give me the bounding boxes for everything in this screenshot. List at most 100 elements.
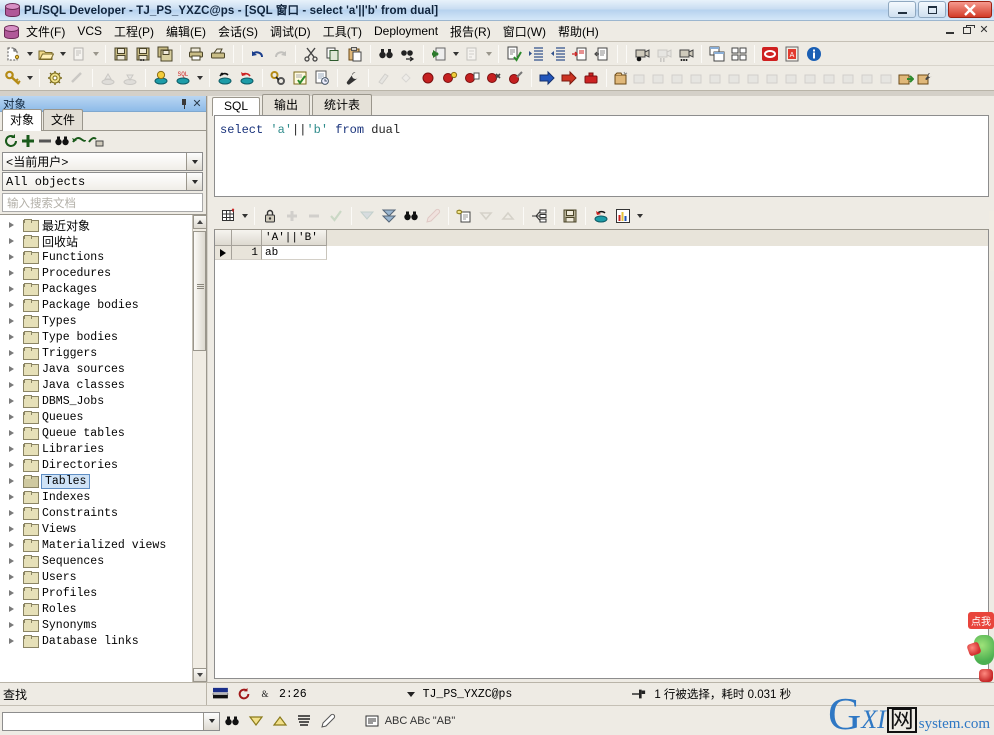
scroll-up-button[interactable] <box>193 215 206 229</box>
tree-item-synonyms[interactable]: Synonyms <box>0 617 192 633</box>
find-down-icon[interactable] <box>244 710 268 732</box>
tree-item-users[interactable]: Users <box>0 569 192 585</box>
refresh-icon[interactable] <box>233 685 255 703</box>
window-close-button[interactable] <box>948 1 992 18</box>
clear-breakpoints-icon[interactable] <box>505 68 527 89</box>
expander-icon[interactable] <box>6 380 17 391</box>
menu-window[interactable]: 窗口(W) <box>497 21 552 42</box>
tab-sql[interactable]: SQL <box>212 97 261 116</box>
chevron-down-icon[interactable] <box>186 153 202 170</box>
window-maximize-button[interactable] <box>918 1 946 18</box>
expander-icon[interactable] <box>6 236 17 247</box>
filter-icon[interactable] <box>71 133 87 149</box>
tab-objects[interactable]: 对象 <box>2 109 43 131</box>
grid-layout-dropdown-arrow[interactable] <box>239 205 250 226</box>
tree-item-functions[interactable]: Functions <box>0 249 192 265</box>
expander-icon[interactable] <box>6 572 17 583</box>
regex-icon[interactable]: "AB" <box>432 710 456 732</box>
open-icon[interactable] <box>35 43 57 64</box>
step-into-icon[interactable] <box>536 68 558 89</box>
copy-icon[interactable] <box>322 43 344 64</box>
expander-icon[interactable] <box>6 508 17 519</box>
expander-icon[interactable] <box>6 588 17 599</box>
test-window-icon[interactable] <box>289 68 311 89</box>
expand-icon[interactable] <box>20 133 36 149</box>
tree-item-sequences[interactable]: Sequences <box>0 553 192 569</box>
menu-deployment[interactable]: Deployment <box>368 22 444 40</box>
find-in-selection-icon[interactable] <box>360 710 384 732</box>
save-as-icon[interactable] <box>132 43 154 64</box>
grid-cell[interactable]: ab <box>262 246 327 260</box>
find-object-icon[interactable] <box>54 133 70 149</box>
tree-item-views[interactable]: Views <box>0 521 192 537</box>
preferences-icon[interactable] <box>342 68 364 89</box>
results-grid[interactable]: 'A'||'B' 1 ab <box>214 229 989 679</box>
tree-item-types[interactable]: Types <box>0 313 192 329</box>
scroll-down-button[interactable] <box>193 668 206 682</box>
tree-item-database-links[interactable]: Database links <box>0 633 192 649</box>
menu-vcs[interactable]: VCS <box>71 22 108 40</box>
print-icon[interactable] <box>185 43 207 64</box>
tree-item-dbms-jobs[interactable]: DBMS_Jobs <box>0 393 192 409</box>
report-window-icon[interactable] <box>311 68 333 89</box>
tab-statistics[interactable]: 统计表 <box>312 94 373 115</box>
tree-item-procedures[interactable]: Procedures <box>0 265 192 281</box>
tree-item-java-classes[interactable]: Java classes <box>0 377 192 393</box>
indent-icon[interactable] <box>525 43 547 64</box>
mdi-restore-button[interactable] <box>960 24 975 37</box>
copy-to-clipboard-icon[interactable] <box>453 205 475 227</box>
expander-icon[interactable] <box>6 348 17 359</box>
new-icon[interactable] <box>2 43 24 64</box>
whole-word-icon[interactable]: ABc <box>408 710 432 732</box>
about-icon[interactable] <box>803 43 825 64</box>
save-icon[interactable] <box>110 43 132 64</box>
tree-item-libraries[interactable]: Libraries <box>0 441 192 457</box>
expander-icon[interactable] <box>6 220 17 231</box>
expander-icon[interactable] <box>6 428 17 439</box>
expander-icon[interactable] <box>6 364 17 375</box>
add-breakpoint-icon[interactable] <box>461 68 483 89</box>
commit-results-icon[interactable] <box>590 205 612 227</box>
floating-promo-widget[interactable]: 点我 <box>966 612 994 682</box>
menu-edit[interactable]: 编辑(E) <box>160 21 212 42</box>
undo-icon[interactable] <box>247 43 269 64</box>
remove-breakpoint-icon[interactable] <box>483 68 505 89</box>
find-next-icon[interactable] <box>397 43 419 64</box>
expander-icon[interactable] <box>6 556 17 567</box>
new-dropdown-arrow[interactable] <box>24 43 35 64</box>
rollback-icon[interactable] <box>236 68 258 89</box>
tree-item-profiles[interactable]: Profiles <box>0 585 192 601</box>
find-all-icon[interactable] <box>292 710 316 732</box>
expander-icon[interactable] <box>6 636 17 647</box>
tree-item-recycle-bin[interactable]: 回收站 <box>0 233 192 249</box>
tree-item-triggers[interactable]: Triggers <box>0 345 192 361</box>
oracle-icon[interactable] <box>759 43 781 64</box>
cut-icon[interactable] <box>300 43 322 64</box>
connection-dropdown-icon[interactable] <box>403 685 419 703</box>
comment-icon[interactable] <box>591 43 613 64</box>
chart-icon[interactable] <box>612 205 634 227</box>
explain-plan-icon[interactable] <box>267 68 289 89</box>
find-up-icon[interactable] <box>268 710 292 732</box>
expander-icon[interactable] <box>6 252 17 263</box>
logon-dropdown-arrow[interactable] <box>24 68 35 89</box>
expander-icon[interactable] <box>6 476 17 487</box>
object-tree[interactable]: 最近对象 回收站 Functions Procedures Packages P… <box>0 214 206 682</box>
table-row[interactable]: 1 ab <box>215 246 988 260</box>
tree-item-constraints[interactable]: Constraints <box>0 505 192 521</box>
menu-session[interactable]: 会话(S) <box>212 21 264 42</box>
menu-debug[interactable]: 调试(D) <box>264 21 317 42</box>
outdent-icon[interactable] <box>547 43 569 64</box>
expander-icon[interactable] <box>6 412 17 423</box>
menu-help[interactable]: 帮助(H) <box>552 21 605 42</box>
user-select[interactable]: <当前用户> <box>2 152 203 171</box>
expander-icon[interactable] <box>6 332 17 343</box>
chart-dropdown-arrow[interactable] <box>634 205 645 226</box>
expander-icon[interactable] <box>6 396 17 407</box>
syntax-check-icon[interactable] <box>503 43 525 64</box>
tree-item-tables[interactable]: Tables <box>0 473 192 489</box>
commit-icon[interactable] <box>214 68 236 89</box>
promo-bubble-text[interactable]: 点我 <box>968 612 994 629</box>
play-macro-icon[interactable] <box>675 43 697 64</box>
sql-editor[interactable]: select 'a'||'b' from dual <box>214 115 989 197</box>
